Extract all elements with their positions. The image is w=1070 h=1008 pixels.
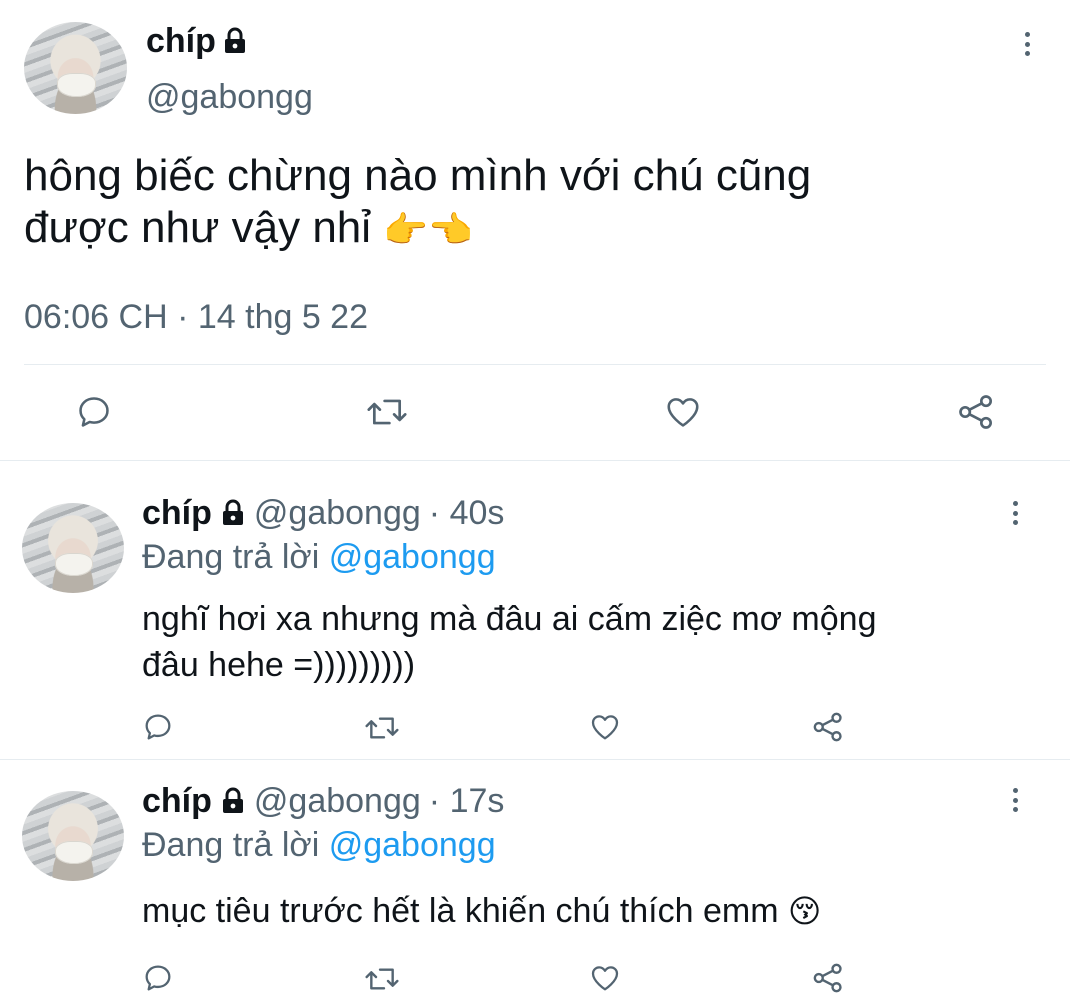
share-icon[interactable] — [811, 710, 845, 744]
replying-to-label: Đang trả lời — [142, 538, 320, 576]
handle[interactable]: @gabongg — [146, 78, 313, 117]
replying-to-link[interactable]: @gabongg — [329, 826, 496, 864]
reply-header: chíp @gabongg · 17s — [142, 780, 504, 822]
avatar[interactable] — [24, 22, 127, 114]
reply-icon[interactable] — [142, 962, 174, 994]
tweet-text-line: hông biếc chừng nào mình với chú cũng — [24, 151, 812, 200]
replying-to-label: Đang trả lời — [142, 826, 320, 864]
reply-text: nghĩ hơi xa nhưng mà đâu ai cấm ziệc mơ … — [142, 596, 877, 688]
tweet-text: hông biếc chừng nào mình với chú cũng đư… — [24, 150, 811, 256]
reply-icon[interactable] — [75, 393, 113, 431]
more-icon[interactable] — [1010, 788, 1020, 812]
divider — [0, 460, 1070, 461]
tweet-text-segment: được như vậy nhỉ — [24, 203, 372, 252]
replying-to: Đang trả lời @gabongg — [142, 538, 496, 577]
reply-text-line: nghĩ hơi xa nhưng mà đâu ai cấm ziệc mơ … — [142, 600, 877, 638]
display-name[interactable]: chíp — [146, 22, 216, 61]
reply-time[interactable]: · 40s — [429, 494, 505, 533]
reply-text: mục tiêu trước hết là khiến chú thích em… — [142, 888, 821, 934]
reply-icon[interactable] — [142, 711, 174, 743]
tweet-text-line: được như vậy nhỉ 👉👈 — [24, 202, 811, 256]
reply-text-line: mục tiêu trước hết là khiến chú thích em… — [142, 892, 779, 930]
heart-icon[interactable] — [588, 711, 622, 743]
avatar[interactable] — [22, 791, 124, 881]
retweet-icon[interactable] — [366, 393, 408, 431]
handle[interactable]: @gabongg — [254, 494, 421, 533]
more-icon[interactable] — [1010, 501, 1020, 525]
retweet-icon[interactable] — [364, 712, 400, 744]
share-icon[interactable] — [956, 392, 996, 432]
divider — [0, 759, 1070, 760]
kissing-face-emoji: 😚 — [788, 893, 822, 929]
tweet-timestamp[interactable]: 06:06 CH · 14 thg 5 22 — [24, 298, 368, 337]
heart-icon[interactable] — [588, 962, 622, 994]
retweet-icon[interactable] — [364, 963, 400, 995]
reply-header: chíp @gabongg · 40s — [142, 492, 504, 534]
share-icon[interactable] — [811, 961, 845, 995]
display-name[interactable]: chíp — [142, 494, 212, 533]
lock-icon — [220, 787, 246, 815]
divider — [24, 364, 1046, 365]
lock-icon — [220, 499, 246, 527]
lock-icon — [222, 27, 248, 55]
more-icon[interactable] — [1022, 32, 1032, 56]
handle[interactable]: @gabongg — [254, 782, 421, 821]
reply-time[interactable]: · 17s — [429, 782, 505, 821]
reply-text-line: đâu hehe =))))))))) — [142, 646, 416, 684]
replying-to-link[interactable]: @gabongg — [329, 538, 496, 576]
display-name[interactable]: chíp — [142, 782, 212, 821]
author-line: chíp — [146, 20, 248, 62]
pointing-fingers-emoji: 👉👈 — [383, 209, 473, 250]
avatar[interactable] — [22, 503, 124, 593]
heart-icon[interactable] — [663, 393, 703, 431]
replying-to: Đang trả lời @gabongg — [142, 826, 496, 865]
